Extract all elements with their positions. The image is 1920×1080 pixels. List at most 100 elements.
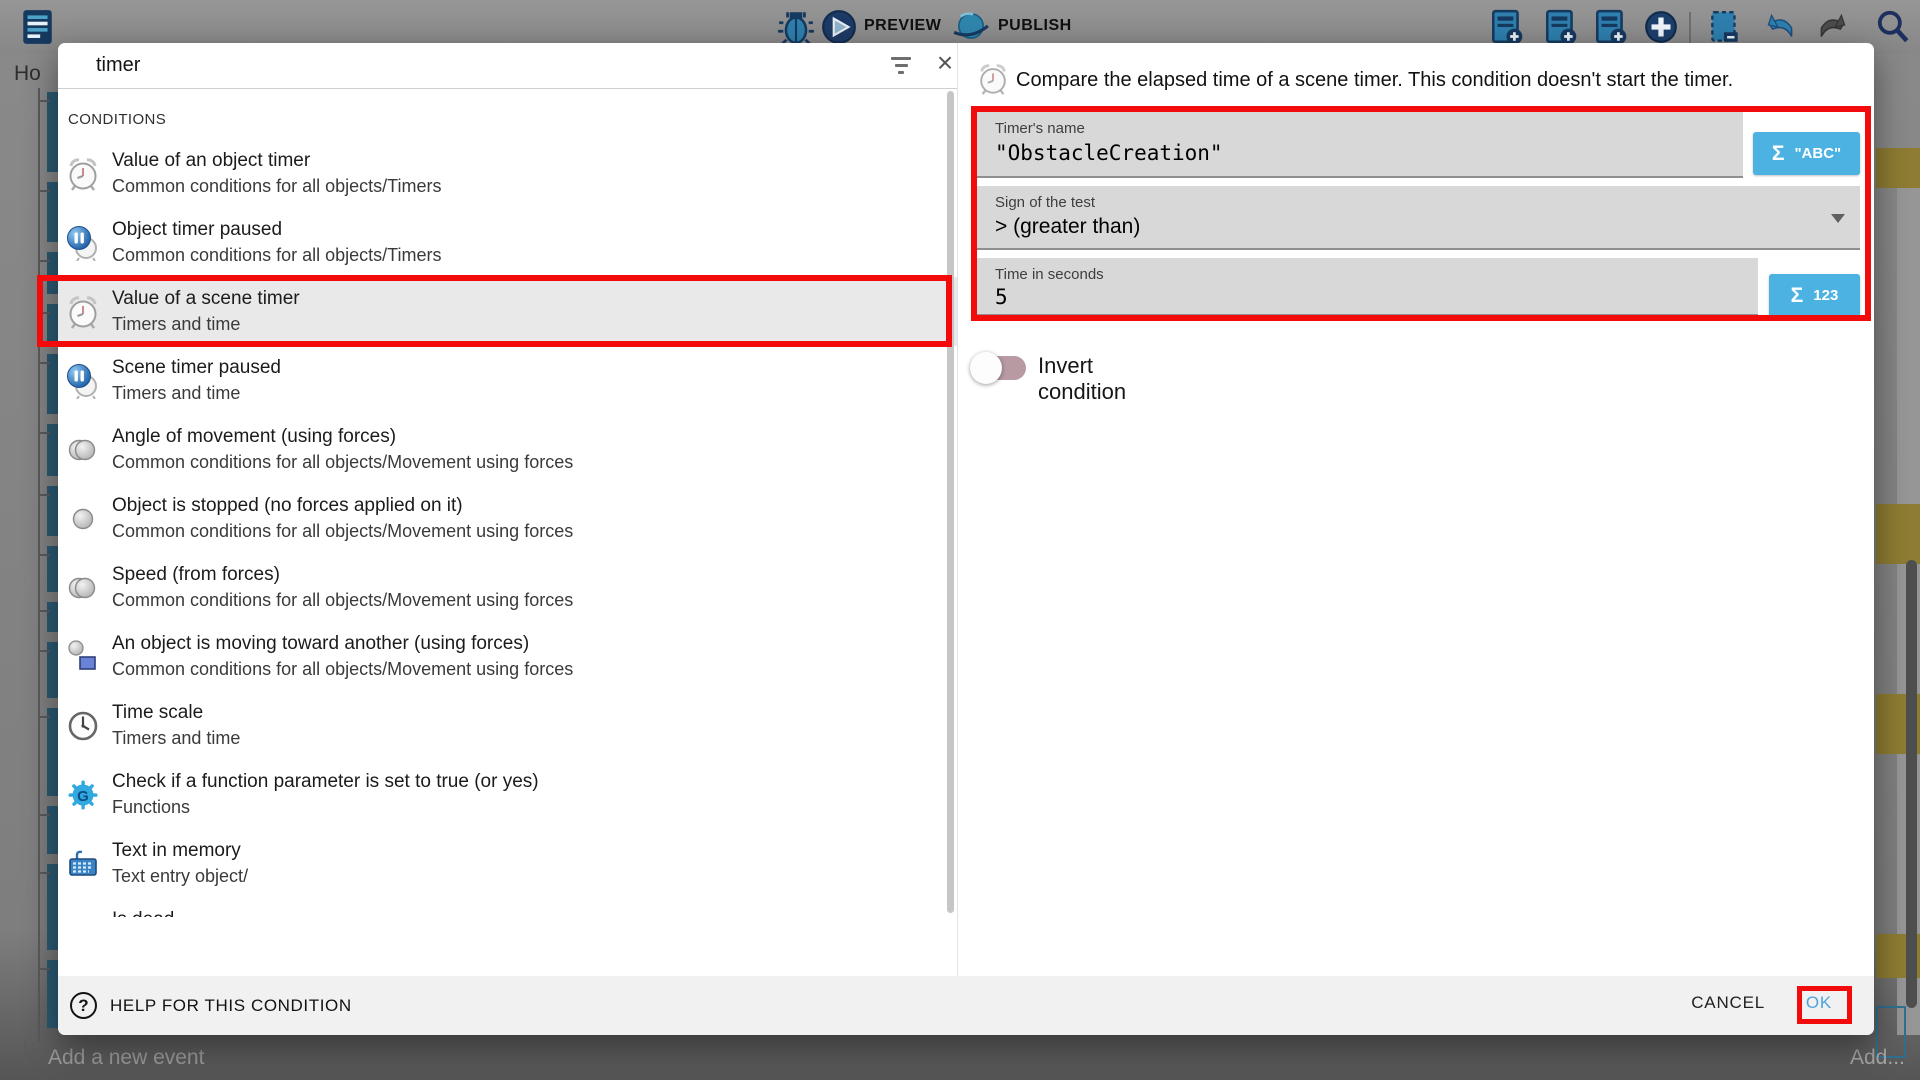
condition-list-item[interactable]: Check if a function parameter is set to … (58, 760, 957, 829)
string-expression-button[interactable]: Σ "ABC" (1753, 132, 1860, 175)
number-expression-button[interactable]: Σ 123 (1769, 274, 1860, 317)
event-block (47, 304, 58, 344)
coinsquare-icon (65, 639, 101, 675)
tree-tick (38, 814, 50, 816)
conditions-list: CONDITIONS Value of an object timer Comm… (58, 89, 957, 917)
project-manager-icon[interactable] (18, 8, 56, 46)
chevron-down-icon (1831, 214, 1845, 223)
toolbar-separator (1689, 12, 1691, 44)
publish-globe-icon[interactable] (952, 8, 990, 46)
debugger-icon[interactable] (777, 8, 815, 46)
condition-list-item[interactable]: Speed (from forces) Common conditions fo… (58, 553, 957, 622)
condition-list-item[interactable]: Angle of movement (using forces) Common … (58, 415, 957, 484)
publish-button[interactable]: PUBLISH (998, 17, 1072, 35)
event-block (47, 602, 58, 632)
time-seconds-field[interactable]: Time in seconds 5 (975, 258, 1758, 316)
tree-corner (24, 1040, 38, 1054)
question-mark-icon: ? (70, 992, 97, 1019)
tree-tick (38, 100, 50, 102)
tree-tick (38, 650, 50, 652)
field-label: Sign of the test (995, 194, 1095, 211)
add-comment-icon[interactable] (1592, 8, 1630, 46)
preview-button[interactable]: PREVIEW (864, 17, 941, 35)
event-block (47, 92, 58, 172)
add-action-button[interactable]: Add... (1850, 1046, 1905, 1070)
search-input[interactable] (96, 43, 836, 87)
events-scrollbar[interactable] (1906, 560, 1917, 1008)
condition-list-item[interactable]: Value of an object timer Common conditio… (58, 139, 957, 208)
coin-icon (65, 501, 101, 537)
close-icon[interactable]: × (930, 47, 960, 79)
event-block (47, 864, 58, 950)
add-subevent-icon[interactable] (1542, 8, 1580, 46)
alarm-icon (65, 294, 101, 330)
timer-name-value[interactable]: "ObstacleCreation" (995, 141, 1223, 165)
action-block (1876, 148, 1920, 188)
redo-icon[interactable] (1814, 8, 1852, 46)
timer-name-field[interactable]: Timer's name "ObstacleCreation" (975, 112, 1743, 178)
coins-icon (65, 570, 101, 606)
filter-icon[interactable] (890, 57, 912, 78)
add-event-icon[interactable] (1488, 8, 1526, 46)
cancel-button[interactable]: CANCEL (1691, 993, 1765, 1013)
gear-icon (65, 777, 101, 813)
field-label: Timer's name (995, 120, 1085, 137)
condition-list-item[interactable]: Value of a scene timer Timers and time (58, 277, 957, 346)
toggle-knob (970, 352, 1002, 384)
paste-icon[interactable] (1706, 8, 1744, 46)
pausetimer-icon (65, 363, 101, 399)
condition-list-item[interactable]: Object timer paused Common conditions fo… (58, 208, 957, 277)
invert-condition-toggle[interactable] (974, 348, 1034, 388)
play-icon[interactable] (820, 8, 858, 46)
tree-tick (38, 872, 50, 874)
dialog-footer: ? HELP FOR THIS CONDITION CANCEL OK (58, 976, 1874, 1035)
condition-list-item[interactable]: Time scale Timers and time (58, 691, 957, 760)
condition-list-item[interactable]: An object is moving toward another (usin… (58, 622, 957, 691)
event-block (47, 708, 58, 796)
instruction-selector-panel: × CONDITIONS Value of an object timer Co… (58, 43, 958, 976)
sigma-icon: Σ (1772, 142, 1785, 166)
condition-list-item[interactable]: Text in memory Text entry object/ (58, 829, 957, 898)
condition-editor-dialog: × CONDITIONS Value of an object timer Co… (58, 43, 1874, 1035)
sign-of-test-value: > (greater than) (995, 215, 1140, 239)
alarm-icon (65, 156, 101, 192)
time-seconds-value[interactable]: 5 (995, 285, 1008, 309)
ok-button[interactable]: OK (1806, 993, 1832, 1013)
tree-tick (38, 968, 50, 970)
event-block (47, 546, 58, 592)
tree-tick (38, 432, 50, 434)
undo-icon[interactable] (1761, 8, 1799, 46)
tree-tick (38, 716, 50, 718)
search-bar: × (58, 43, 957, 89)
scene-timer-icon (976, 62, 1010, 96)
tree-tick (38, 610, 50, 612)
home-tab[interactable]: Ho (14, 62, 41, 86)
tree-tick (38, 260, 50, 262)
tree-tick (38, 312, 50, 314)
coins-icon (65, 432, 101, 468)
invert-condition-label: Invert condition (1038, 353, 1126, 405)
list-scrollbar[interactable] (947, 91, 954, 913)
event-block (47, 252, 58, 294)
condition-list-item[interactable]: Scene timer paused Timers and time (58, 346, 957, 415)
conditions-section-header: CONDITIONS (58, 89, 957, 139)
event-block (47, 960, 58, 1028)
sign-of-test-select[interactable]: Sign of the test > (greater than) (975, 186, 1860, 250)
search-icon[interactable] (1874, 8, 1912, 46)
action-block (1876, 504, 1920, 564)
sigma-icon: Σ (1791, 284, 1804, 308)
condition-list-item[interactable]: Object is stopped (no forces applied on … (58, 484, 957, 553)
help-button[interactable]: ? HELP FOR THIS CONDITION (70, 976, 352, 1035)
tree-tick (38, 554, 50, 556)
gear-icon (65, 915, 101, 917)
add-new-event-button[interactable]: Add a new event (48, 1046, 204, 1070)
add-circle-icon[interactable] (1642, 8, 1680, 46)
event-tree-line (38, 88, 40, 1042)
clock-icon (65, 708, 101, 744)
pausetimer-icon (65, 225, 101, 261)
parameters-panel: Compare the elapsed time of a scene time… (958, 43, 1874, 976)
condition-description: Compare the elapsed time of a scene time… (1016, 69, 1733, 92)
tree-tick (38, 494, 50, 496)
keyboard-icon (65, 846, 101, 882)
condition-list-item[interactable]: Is dead Health (life points and damages … (58, 898, 957, 917)
